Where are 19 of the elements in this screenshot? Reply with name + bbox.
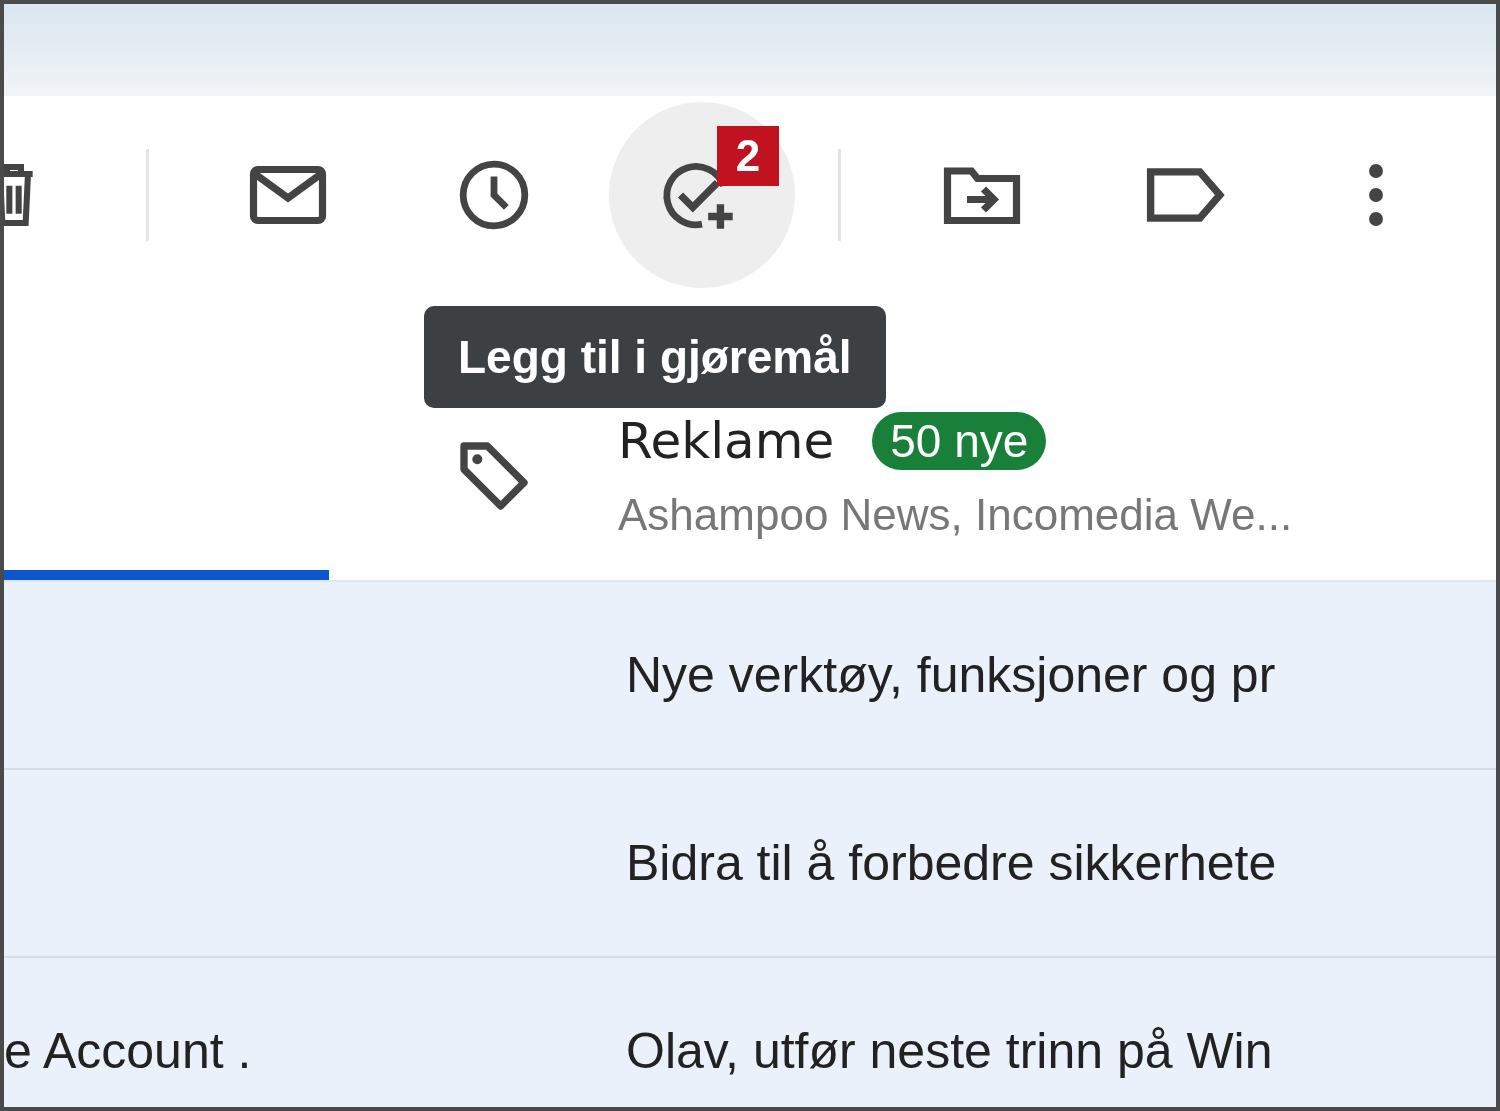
email-row[interactable]: Bidra til å forbedre sikkerhete	[4, 770, 1496, 958]
new-count-badge: 50 nye	[872, 412, 1047, 470]
mail-icon	[249, 165, 327, 225]
label-icon	[1146, 167, 1226, 223]
clock-icon	[457, 158, 531, 232]
email-row[interactable]: e Account . Olav, utfør neste trinn på Win	[4, 958, 1496, 1107]
email-subject: Bidra til å forbedre sikkerhete	[626, 834, 1277, 892]
email-row[interactable]: Nye verktøy, funksjoner og pr	[4, 582, 1496, 770]
promotions-tab[interactable]: Reklame 50 nye Ashampoo News, Incomedia We...	[454, 412, 1313, 580]
more-icon	[1368, 163, 1384, 227]
tooltip: Legg til i gjøremål	[424, 306, 886, 408]
tab-label: Reklame	[618, 412, 835, 470]
email-subject: Nye verktøy, funksjoner og pr	[626, 646, 1276, 704]
add-task-button[interactable]: 2	[609, 102, 795, 288]
folder-arrow-icon	[942, 165, 1022, 225]
email-sender: e Account .	[4, 1022, 252, 1080]
count-badge: 2	[717, 126, 779, 186]
email-subject: Olav, utfør neste trinn på Win	[626, 1022, 1273, 1080]
tab-senders: Ashampoo News, Incomedia We...	[618, 490, 1293, 540]
